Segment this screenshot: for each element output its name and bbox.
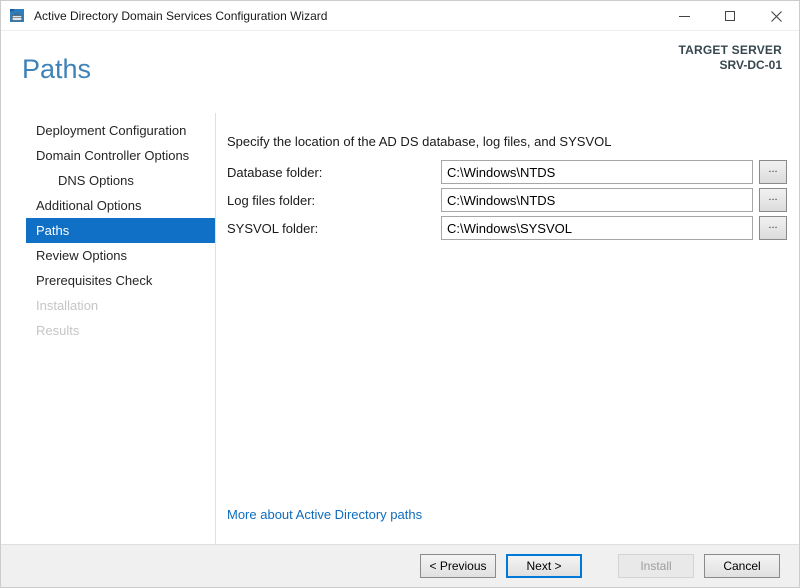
wizard-footer: < Previous Next > Install Cancel	[1, 544, 799, 587]
previous-button[interactable]: < Previous	[420, 554, 496, 578]
nav-item-additional-options[interactable]: Additional Options	[26, 193, 215, 218]
server-manager-icon	[10, 8, 24, 22]
log-files-folder-label: Log files folder:	[227, 192, 316, 208]
wizard-window: Active Directory Domain Services Configu…	[0, 0, 800, 588]
log-files-folder-browse-button[interactable]: ...	[759, 188, 787, 212]
database-folder-browse-button[interactable]: ...	[759, 160, 787, 184]
nav-item-review-options[interactable]: Review Options	[26, 243, 215, 268]
minimize-icon	[678, 15, 690, 17]
page-header: Paths TARGET SERVER SRV-DC-01	[1, 32, 799, 109]
sysvol-folder-row: SYSVOL folder: ...	[227, 216, 787, 240]
sysvol-folder-label: SYSVOL folder:	[227, 220, 319, 236]
database-folder-row: Database folder: ...	[227, 160, 787, 184]
close-button[interactable]	[753, 1, 799, 31]
target-server-block: TARGET SERVER SRV-DC-01	[678, 43, 782, 72]
sysvol-folder-browse-button[interactable]: ...	[759, 216, 787, 240]
nav-item-prerequisites-check[interactable]: Prerequisites Check	[26, 268, 215, 293]
nav-item-installation: Installation	[36, 298, 99, 313]
window-title: Active Directory Domain Services Configu…	[34, 8, 328, 23]
nav-item-domain-controller-options[interactable]: Domain Controller Options	[26, 143, 215, 168]
sidebar-divider	[215, 113, 216, 546]
minimize-button[interactable]	[661, 1, 707, 31]
database-folder-label: Database folder:	[227, 164, 323, 180]
nav-item-results: Results	[36, 323, 80, 338]
log-files-folder-input[interactable]	[441, 188, 753, 212]
install-button: Install	[618, 554, 694, 578]
main-content: Specify the location of the AD DS databa…	[227, 133, 787, 240]
window-controls	[661, 1, 799, 31]
page-title: Paths	[22, 54, 92, 84]
target-server-name: SRV-DC-01	[719, 58, 782, 72]
log-files-folder-row: Log files folder: ...	[227, 188, 787, 212]
close-icon	[770, 10, 782, 22]
nav-item-paths[interactable]: Paths	[26, 218, 215, 243]
page-description: Specify the location of the AD DS databa…	[227, 134, 612, 149]
database-folder-input[interactable]	[441, 160, 753, 184]
nav-item-deployment-configuration[interactable]: Deployment Configuration	[26, 118, 215, 143]
maximize-button[interactable]	[707, 1, 753, 31]
cancel-button[interactable]: Cancel	[704, 554, 780, 578]
titlebar: Active Directory Domain Services Configu…	[1, 1, 799, 31]
next-button[interactable]: Next >	[506, 554, 582, 578]
sysvol-folder-input[interactable]	[441, 216, 753, 240]
nav-item-dns-options[interactable]: DNS Options	[26, 168, 215, 193]
wizard-nav: Deployment Configuration Domain Controll…	[1, 118, 215, 343]
more-about-paths-link[interactable]: More about Active Directory paths	[227, 507, 422, 522]
maximize-icon	[725, 11, 735, 21]
target-server-label: TARGET SERVER	[678, 43, 782, 57]
